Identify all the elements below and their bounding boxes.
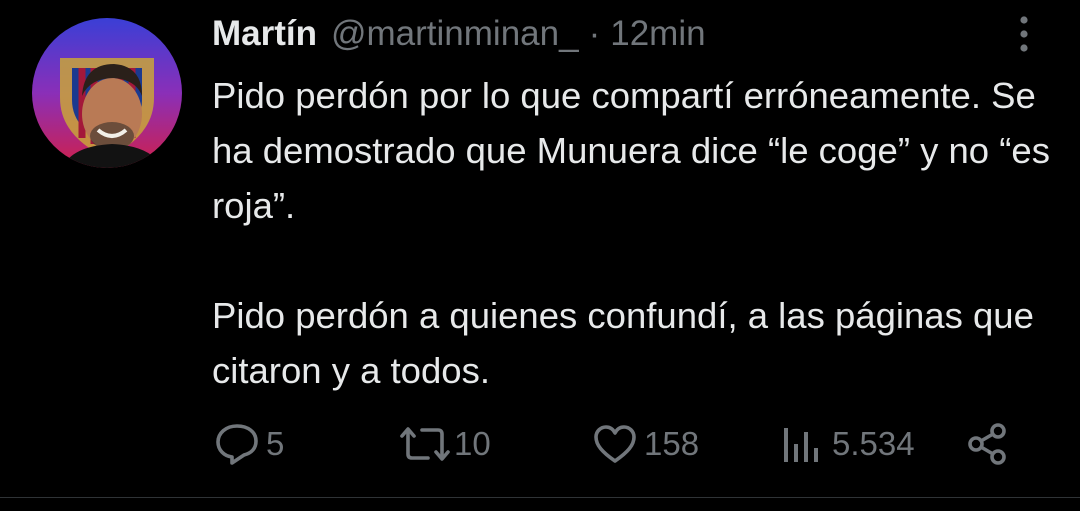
header-separator: ·: [588, 14, 601, 53]
like-button[interactable]: 158: [592, 420, 699, 468]
retweet-icon: [400, 427, 450, 461]
more-options-button[interactable]: [1004, 12, 1044, 56]
more-icon: [1020, 16, 1028, 52]
author-name[interactable]: Martín: [212, 14, 317, 54]
divider: [0, 497, 1080, 498]
tweet-paragraph: Pido perdón a quienes confundí, a las pá…: [212, 295, 1034, 391]
tweet-timestamp[interactable]: 12min: [610, 14, 705, 54]
tweet-text: Pido perdón por lo que compartí erróneam…: [212, 68, 1062, 398]
reply-icon: [216, 424, 258, 465]
reply-count: 5: [266, 425, 285, 462]
reply-button[interactable]: 5: [214, 420, 284, 468]
action-bar: 5 10 158 5.534: [212, 420, 1032, 468]
avatar[interactable]: [32, 18, 182, 168]
retweet-count: 10: [454, 425, 491, 462]
retweet-button[interactable]: 10: [398, 420, 491, 468]
heart-icon: [594, 425, 636, 463]
share-icon: [968, 423, 1006, 465]
author-handle[interactable]: @martinminan_: [331, 14, 579, 54]
tweet-header: Martín @martinminan_ · 12min: [212, 14, 706, 60]
like-count: 158: [644, 425, 700, 462]
views-count: 5.534: [832, 425, 915, 462]
share-button[interactable]: [966, 420, 1010, 468]
avatar-image: [32, 18, 182, 168]
views-icon: [784, 428, 818, 462]
tweet-paragraph: Pido perdón por lo que compartí erróneam…: [212, 75, 1050, 226]
views-button[interactable]: 5.534: [780, 420, 915, 468]
